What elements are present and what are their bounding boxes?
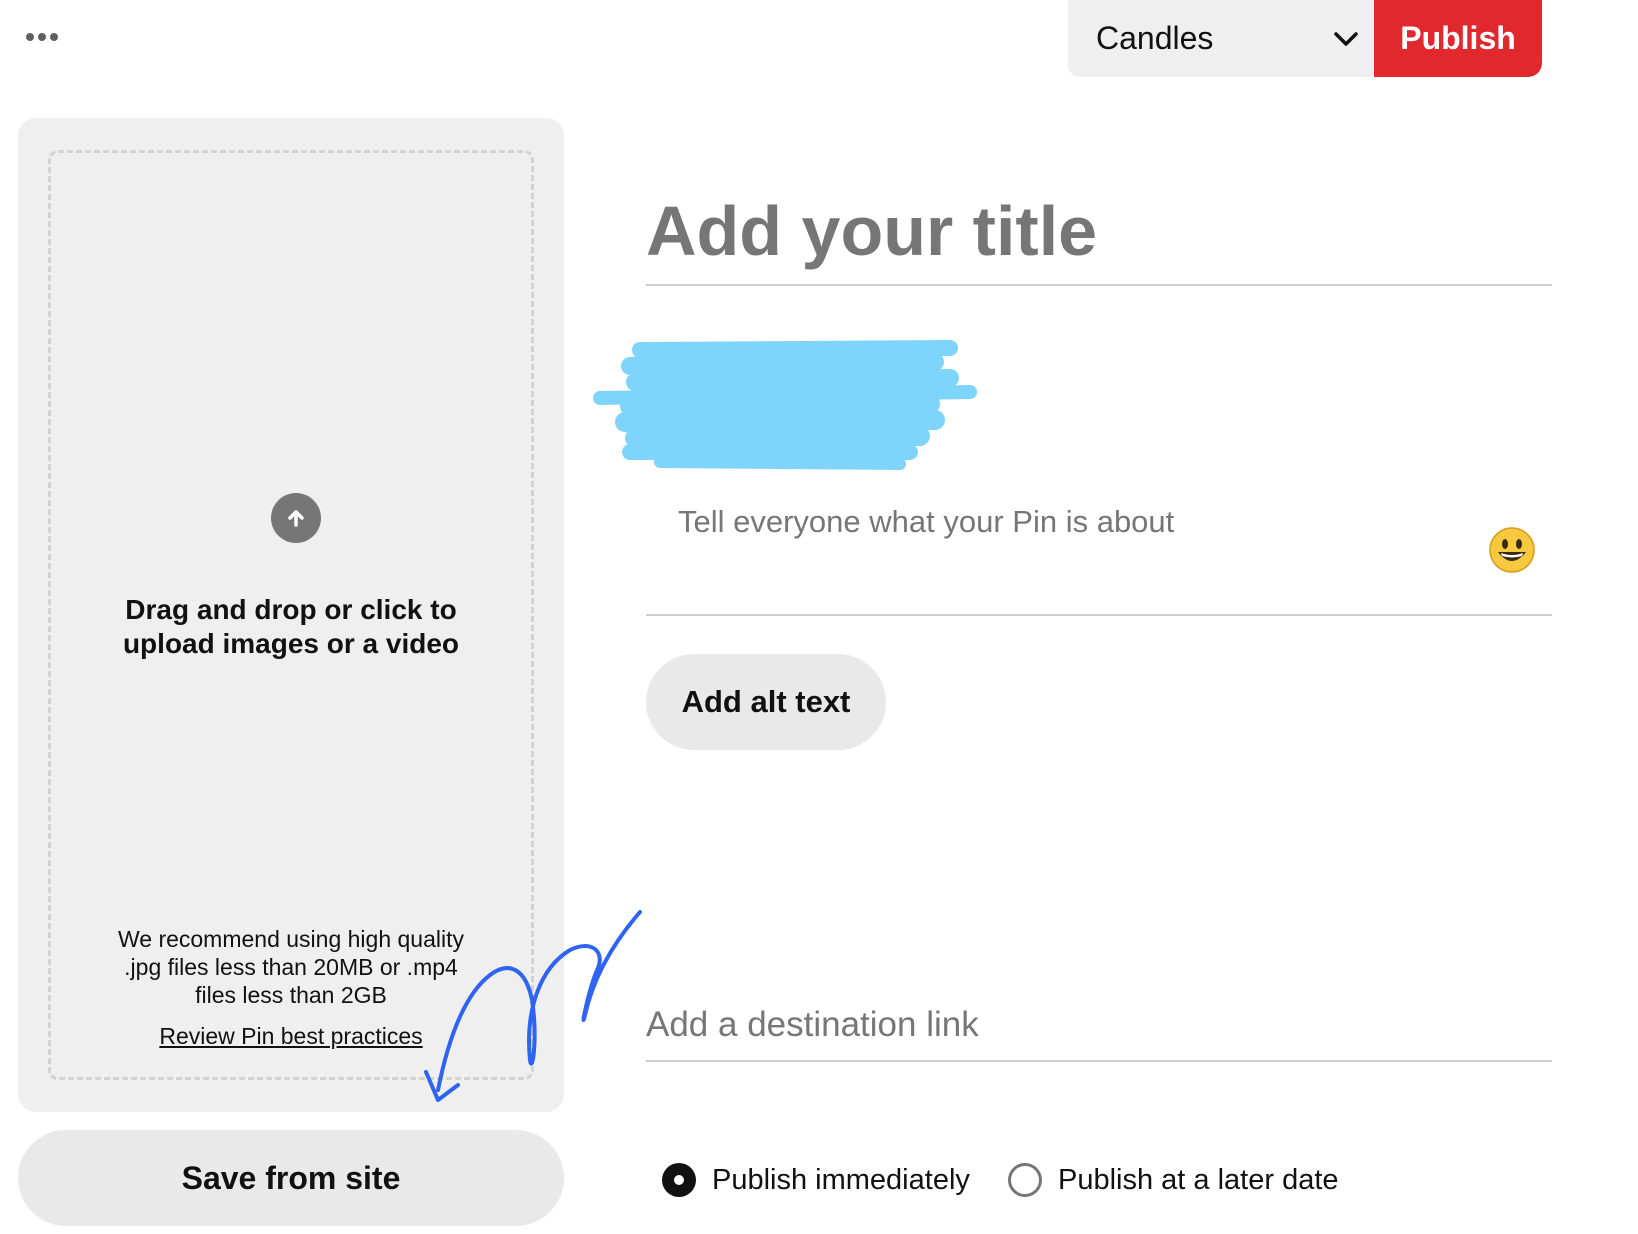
file-recommendation-line: .jpg files less than 20MB or .mp4 xyxy=(124,954,458,980)
description-field xyxy=(646,484,1552,616)
add-alt-text-button[interactable]: Add alt text xyxy=(646,654,886,750)
save-from-site-button[interactable]: Save from site xyxy=(18,1130,564,1226)
publish-immediately-option[interactable]: Publish immediately xyxy=(662,1158,970,1202)
description-input[interactable] xyxy=(678,502,1438,542)
upload-dropzone[interactable]: Drag and drop or click to upload images … xyxy=(48,150,534,1080)
pin-builder: Candles Publish Drag and drop or click t… xyxy=(0,0,1638,1234)
publish-option-label: Publish at a later date xyxy=(1058,1163,1339,1196)
board-select-value: Candles xyxy=(1096,20,1214,56)
upload-instructions-line: Drag and drop or click to xyxy=(125,594,457,625)
upload-arrow-icon xyxy=(271,493,321,543)
board-select[interactable]: Candles xyxy=(1068,0,1374,77)
destination-link-input[interactable] xyxy=(646,990,1552,1062)
file-recommendation-line: files less than 2GB xyxy=(195,982,387,1008)
upload-instructions-line: upload images or a video xyxy=(122,628,460,659)
title-input[interactable] xyxy=(646,178,1552,286)
file-recommendation: We recommend using high quality .jpg fil… xyxy=(51,925,531,1009)
chevron-down-icon xyxy=(1318,0,1374,77)
publish-button[interactable]: Publish xyxy=(1374,0,1542,77)
publish-option-label: Publish immediately xyxy=(712,1163,970,1196)
upload-panel: Drag and drop or click to upload images … xyxy=(18,118,564,1112)
best-practices-link[interactable]: Review Pin best practices xyxy=(51,1023,531,1050)
redaction-scribble xyxy=(593,340,977,470)
emoji-icon[interactable] xyxy=(1488,526,1536,574)
radio-unselected-icon[interactable] xyxy=(1008,1163,1042,1197)
file-recommendation-line: We recommend using high quality xyxy=(117,926,465,952)
upload-instructions: Drag and drop or click to upload images … xyxy=(51,593,531,661)
more-options-icon[interactable] xyxy=(18,24,66,50)
radio-selected-icon[interactable] xyxy=(662,1163,696,1197)
publish-later-option[interactable]: Publish at a later date xyxy=(1008,1158,1339,1202)
